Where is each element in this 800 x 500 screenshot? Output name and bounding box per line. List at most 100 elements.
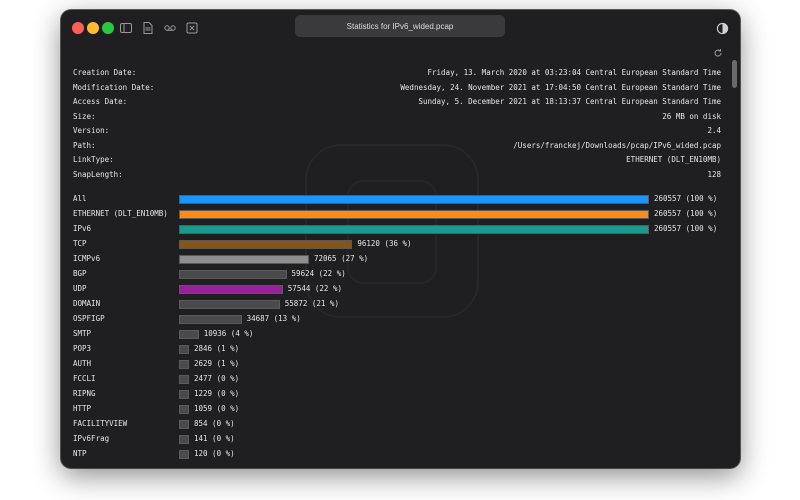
voicemail-icon[interactable] — [163, 21, 177, 35]
stat-row: SMTP 10936 (4 %) — [73, 328, 723, 343]
zoom-window-button[interactable] — [102, 22, 114, 34]
appearance-toggle-icon[interactable] — [716, 20, 729, 35]
refresh-icon[interactable] — [713, 43, 723, 57]
info-row: Version: 2.4 — [73, 126, 721, 141]
stat-label: SMTP — [73, 329, 92, 338]
stat-row: RIPNG 1229 (0 %) — [73, 388, 723, 403]
stat-row: ETHERNET (DLT_EN10MB) 260557 (100 %) — [73, 208, 723, 223]
stat-value: 2477 (0 %) — [194, 374, 240, 383]
stat-bar — [179, 269, 287, 279]
info-label: Access Date: — [73, 97, 128, 106]
stat-row: FCCLI 2477 (0 %) — [73, 373, 723, 388]
stat-bar — [179, 389, 189, 399]
stat-value: 120 (0 %) — [194, 449, 235, 458]
info-label: LinkType: — [73, 155, 114, 164]
protocol-statistics: All 260557 (100 %) ETHERNET (DLT_EN10MB) 26… — [73, 193, 723, 463]
stat-bar — [179, 404, 189, 414]
stat-label: NTP — [73, 449, 87, 458]
file-info-section: Creation Date: Friday, 13. March 2020 at … — [73, 68, 721, 184]
stat-label: IPv6 — [73, 224, 92, 233]
info-value: Sunday, 5. December 2021 at 18:13:37 Cen… — [418, 97, 721, 106]
stat-bar — [179, 284, 283, 294]
stat-bar — [179, 224, 649, 234]
stat-label: AUTH — [73, 359, 92, 368]
stat-bar — [179, 314, 242, 324]
stat-value: 2846 (1 %) — [194, 344, 240, 353]
stat-label: FACILITYVIEW — [73, 419, 128, 428]
stat-bar — [179, 374, 189, 384]
stat-value: 141 (0 %) — [194, 434, 235, 443]
info-label: Size: — [73, 111, 96, 121]
stat-row: OSPFIGP 34687 (13 %) — [73, 313, 723, 328]
stat-label: UDP — [73, 284, 87, 293]
stat-bar — [179, 194, 649, 204]
info-label: Modification Date: — [73, 82, 155, 92]
info-label: Creation Date: — [73, 68, 137, 77]
info-value: /Users/franckej/Downloads/pcap/IPv6_wide… — [513, 140, 721, 150]
stat-label: BGP — [73, 269, 87, 278]
stat-row: ICMPv6 72065 (27 %) — [73, 253, 723, 268]
stat-value: 260557 (100 %) — [654, 224, 718, 233]
stat-bar — [179, 329, 199, 339]
stat-row: AUTH 2629 (1 %) — [73, 358, 723, 373]
stat-label: ICMPv6 — [73, 254, 101, 263]
stat-bar — [179, 344, 189, 354]
stat-label: RIPNG — [73, 389, 96, 398]
stat-bar — [179, 254, 309, 264]
stat-bar — [179, 449, 189, 459]
info-label: Version: — [73, 126, 110, 135]
stat-row: TCP 96120 (36 %) — [73, 238, 723, 253]
stat-row: HTTP 1059 (0 %) — [73, 403, 723, 418]
stat-label: HTTP — [73, 404, 92, 413]
stat-bar — [179, 359, 189, 369]
info-value: 2.4 — [707, 126, 721, 135]
stat-bar — [179, 299, 280, 309]
info-label: SnapLength: — [73, 169, 123, 179]
info-label: Path: — [73, 140, 96, 150]
stat-value: 10936 (4 %) — [203, 329, 254, 338]
close-box-icon[interactable] — [185, 21, 199, 35]
stat-value: 1059 (0 %) — [194, 404, 240, 413]
info-row: SnapLength: 128 — [73, 170, 721, 185]
stat-label: IPv6Frag — [73, 434, 110, 443]
stat-bar — [179, 434, 189, 444]
stat-label: POP3 — [73, 344, 92, 353]
stat-value: 55872 (21 %) — [284, 299, 339, 308]
stat-value: 34687 (13 %) — [246, 314, 301, 323]
stat-value: 96120 (36 %) — [357, 239, 412, 248]
stat-value: 854 (0 %) — [194, 419, 235, 428]
info-value: 128 — [707, 169, 721, 179]
minimize-window-button[interactable] — [87, 22, 99, 34]
stat-bar — [179, 239, 353, 249]
document-icon[interactable] — [141, 21, 155, 35]
vertical-scrollbar[interactable] — [732, 60, 737, 88]
stat-label: DOMAIN — [73, 299, 101, 308]
stat-row: UDP 57544 (22 %) — [73, 283, 723, 298]
stat-label: ETHERNET (DLT_EN10MB) — [73, 209, 168, 218]
stat-label: TCP — [73, 239, 87, 248]
stat-bar — [179, 419, 189, 429]
statistics-window: Statistics for IPv6_wided.pcap Creation … — [61, 10, 740, 468]
stat-label: FCCLI — [73, 374, 96, 383]
stat-value: 2629 (1 %) — [194, 359, 240, 368]
info-value: 26 MB on disk — [662, 111, 721, 121]
stat-row: FACILITYVIEW 854 (0 %) — [73, 418, 723, 433]
stat-label: All — [73, 194, 87, 203]
stat-bar — [179, 209, 649, 219]
info-row: Access Date: Sunday, 5. December 2021 at … — [73, 97, 721, 112]
stat-row: DOMAIN 55872 (21 %) — [73, 298, 723, 313]
info-row: Creation Date: Friday, 13. March 2020 at … — [73, 68, 721, 83]
stat-label: OSPFIGP — [73, 314, 105, 323]
stat-row: BGP 59624 (22 %) — [73, 268, 723, 283]
stat-value: 260557 (100 %) — [654, 194, 718, 203]
sidebar-toggle-icon[interactable] — [119, 21, 133, 35]
stat-row: IPv6Frag 141 (0 %) — [73, 433, 723, 448]
info-value: ETHERNET (DLT_EN10MB) — [626, 155, 721, 164]
close-window-button[interactable] — [72, 22, 84, 34]
stat-row: All 260557 (100 %) — [73, 193, 723, 208]
title-bar: Statistics for IPv6_wided.pcap — [61, 10, 740, 46]
stat-row: IPv6 260557 (100 %) — [73, 223, 723, 238]
window-title: Statistics for IPv6_wided.pcap — [295, 15, 505, 37]
info-row: LinkType: ETHERNET (DLT_EN10MB) — [73, 155, 721, 170]
stat-value: 260557 (100 %) — [654, 209, 718, 218]
